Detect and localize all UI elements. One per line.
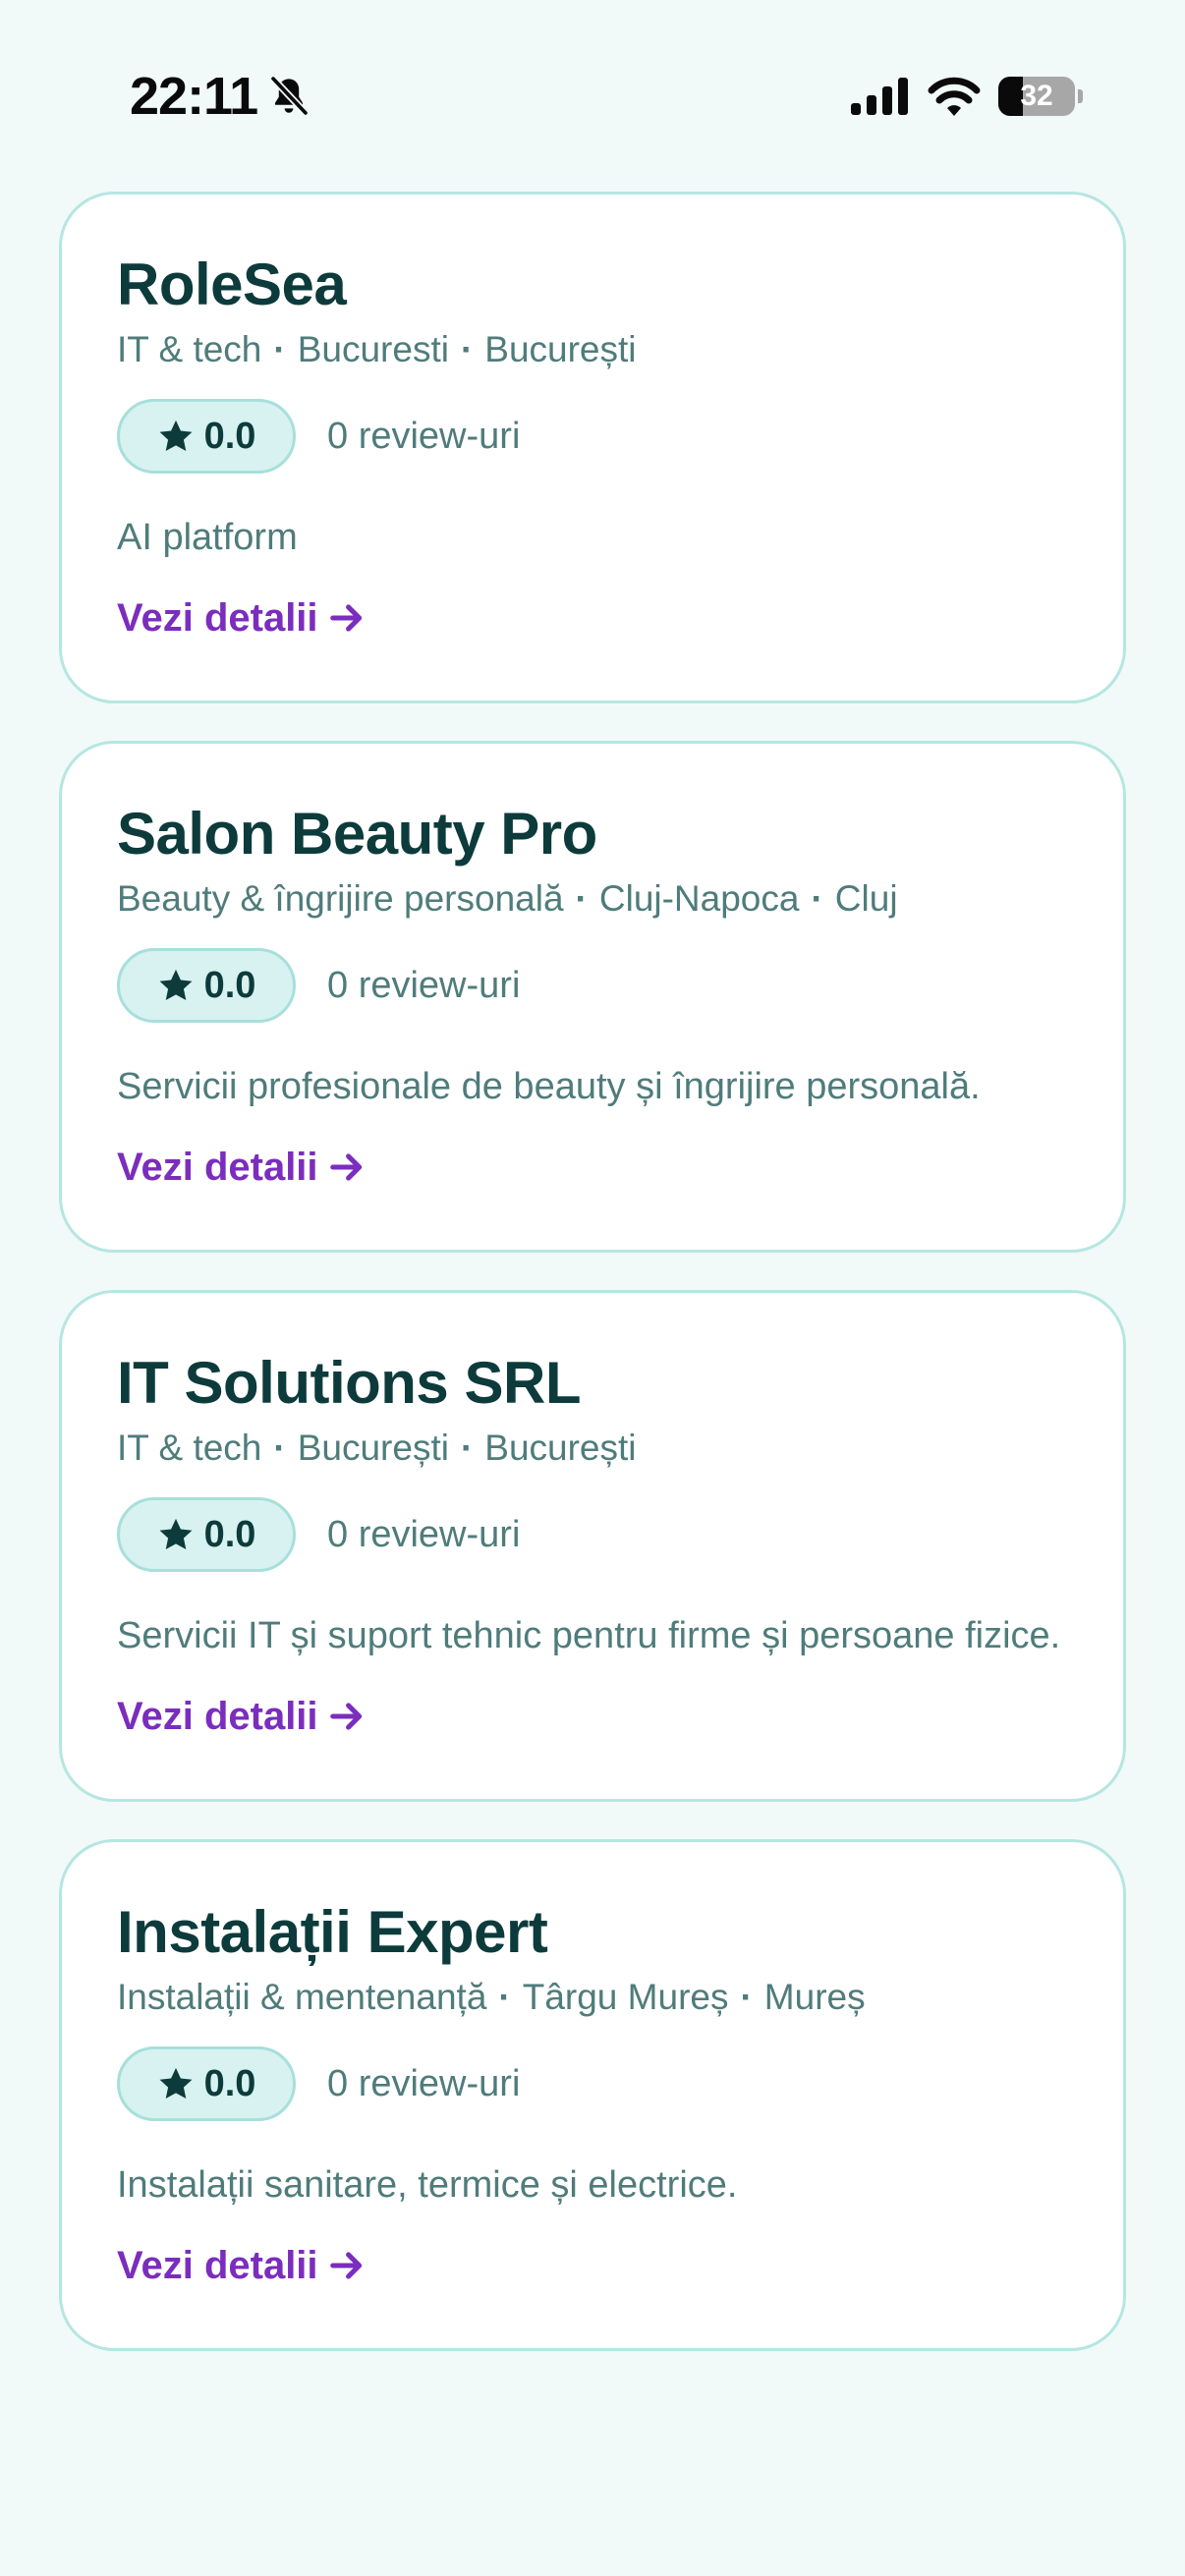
- rating-value: 0.0: [203, 964, 256, 1006]
- separator-dot: ·: [460, 1428, 474, 1468]
- business-county: București: [484, 329, 637, 369]
- rating-row: 0.0 0 review-uri: [117, 948, 1068, 1023]
- view-details-link[interactable]: Vezi detalii: [117, 1140, 366, 1195]
- business-list[interactable]: RoleSea IT & tech · Bucuresti · București 0.…: [59, 192, 1126, 2476]
- separator-dot: ·: [811, 878, 823, 919]
- arrow-right-icon: [329, 2252, 362, 2279]
- star-icon: [159, 2067, 193, 2100]
- rating-badge: 0.0: [117, 1497, 296, 1572]
- business-description: Instalații sanitare, termice și electric…: [117, 2164, 738, 2206]
- business-city: București: [297, 1428, 449, 1468]
- rating-badge: 0.0: [117, 2046, 296, 2121]
- rating-badge: 0.0: [117, 399, 296, 474]
- business-card[interactable]: IT Solutions SRL IT & tech · București · Buc…: [59, 1290, 1126, 1802]
- business-meta: Beauty & îngrijire personală · Cluj-Napoca…: [117, 875, 1068, 923]
- business-name: RoleSea: [117, 252, 347, 317]
- status-indicators: 32: [851, 67, 1083, 126]
- review-count: 0 review-uri: [327, 2062, 521, 2104]
- review-count: 0 review-uri: [327, 415, 521, 457]
- view-details-link[interactable]: Vezi detalii: [117, 2238, 366, 2293]
- business-city: Târgu Mureș: [522, 1977, 729, 2017]
- rating-row: 0.0 0 review-uri: [117, 2046, 1068, 2121]
- business-name: IT Solutions SRL: [117, 1350, 581, 1416]
- battery-level-text: 32: [1020, 80, 1053, 112]
- status-time-group: 22:11: [130, 61, 312, 132]
- separator-dot: ·: [575, 878, 588, 919]
- rating-badge: 0.0: [117, 948, 296, 1023]
- view-details-label: Vezi detalii: [117, 2244, 318, 2287]
- business-city: Bucuresti: [297, 329, 449, 369]
- bell-slash-icon: [269, 75, 310, 117]
- view-details-label: Vezi detalii: [117, 596, 318, 640]
- business-county: Mureș: [763, 1977, 866, 2017]
- rating-value: 0.0: [203, 415, 256, 457]
- business-category: IT & tech: [117, 329, 262, 369]
- business-category: Beauty & îngrijire personală: [117, 878, 564, 919]
- business-name: Instalații Expert: [117, 1899, 548, 1965]
- view-details-label: Vezi detalii: [117, 1146, 318, 1189]
- rating-row: 0.0 0 review-uri: [117, 1497, 1068, 1572]
- business-card[interactable]: RoleSea IT & tech · Bucuresti · București 0.…: [59, 192, 1126, 703]
- review-count: 0 review-uri: [327, 964, 521, 1006]
- business-meta: IT & tech · București · București: [117, 1425, 1068, 1472]
- star-icon: [159, 969, 193, 1001]
- cellular-signal-icon: [851, 78, 908, 115]
- business-city: Cluj-Napoca: [598, 878, 800, 919]
- rating-value: 0.0: [203, 2062, 256, 2104]
- separator-dot: ·: [460, 329, 474, 369]
- status-bar: 22:11 32: [0, 0, 1185, 187]
- business-description: AI platform: [117, 517, 298, 558]
- separator-dot: ·: [498, 1977, 511, 2017]
- business-county: București: [484, 1428, 637, 1468]
- business-category: IT & tech: [117, 1428, 262, 1468]
- business-meta: Instalații & mentenanță · Târgu Mureș · Mure…: [117, 1974, 1068, 2021]
- business-card[interactable]: Instalații Expert Instalații & mentenanț…: [59, 1839, 1126, 2351]
- business-description: Servicii IT și suport tehnic pentru firm…: [117, 1615, 1061, 1656]
- battery-icon: 32: [998, 77, 1083, 116]
- separator-dot: ·: [740, 1977, 753, 2017]
- star-icon: [159, 420, 193, 452]
- business-meta: IT & tech · Bucuresti · București: [117, 326, 1068, 373]
- arrow-right-icon: [329, 604, 362, 632]
- business-name: Salon Beauty Pro: [117, 801, 597, 867]
- business-category: Instalații & mentenanță: [117, 1977, 487, 2017]
- business-card[interactable]: Salon Beauty Pro Beauty & îngrijire pers…: [59, 741, 1126, 1253]
- review-count: 0 review-uri: [327, 1513, 521, 1555]
- view-details-label: Vezi detalii: [117, 1695, 318, 1738]
- separator-dot: ·: [273, 329, 286, 369]
- arrow-right-icon: [329, 1703, 362, 1730]
- business-county: Cluj: [834, 878, 898, 919]
- rating-row: 0.0 0 review-uri: [117, 399, 1068, 474]
- separator-dot: ·: [273, 1428, 286, 1468]
- star-icon: [159, 1518, 193, 1550]
- rating-value: 0.0: [203, 1513, 256, 1555]
- arrow-right-icon: [329, 1153, 362, 1181]
- view-details-link[interactable]: Vezi detalii: [117, 590, 366, 645]
- status-time: 22:11: [130, 67, 258, 126]
- wifi-icon: [928, 77, 981, 116]
- view-details-link[interactable]: Vezi detalii: [117, 1689, 366, 1744]
- business-description: Servicii profesionale de beauty și îngri…: [117, 1066, 981, 1107]
